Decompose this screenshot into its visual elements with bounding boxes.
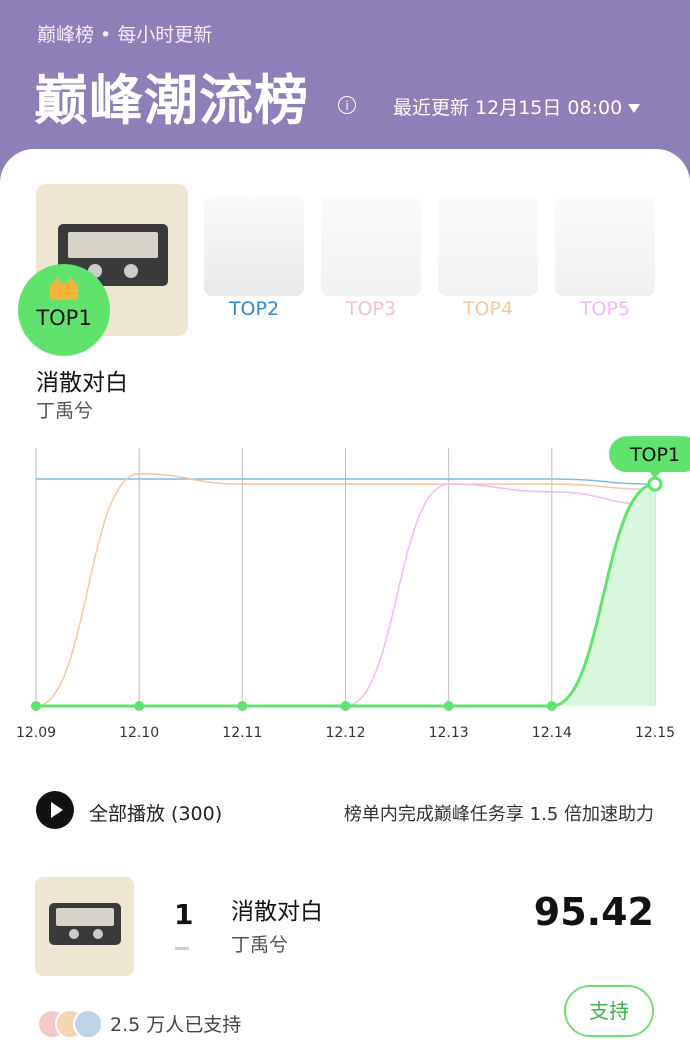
top3-cover[interactable] bbox=[321, 196, 421, 296]
top4-label[interactable]: TOP4 bbox=[438, 298, 538, 320]
cassette-reel bbox=[93, 929, 103, 939]
top1-badge: TOP1 bbox=[18, 264, 110, 356]
info-icon[interactable]: i bbox=[338, 96, 356, 114]
list-item-rank: 1 bbox=[174, 898, 194, 931]
x-tick-label: 12.15 bbox=[635, 725, 675, 741]
cassette-reel bbox=[69, 929, 79, 939]
update-time-text: 最近更新 12月15日 08:00 bbox=[393, 97, 623, 119]
list-item-artist[interactable]: 丁禹兮 bbox=[231, 930, 288, 957]
top3-label[interactable]: TOP3 bbox=[321, 298, 421, 320]
top1-badge-label: TOP1 bbox=[36, 306, 92, 330]
update-time-dropdown[interactable]: 最近更新 12月15日 08:00 bbox=[393, 93, 641, 120]
cassette-label bbox=[68, 232, 158, 258]
x-tick-label: 12.09 bbox=[16, 725, 56, 741]
top1-song-title: 消散对白 bbox=[36, 370, 128, 396]
crown-icon bbox=[50, 277, 78, 300]
cassette-reel bbox=[124, 264, 138, 278]
cassette-label bbox=[56, 908, 114, 926]
play-all-button[interactable] bbox=[36, 791, 74, 829]
supporter-avatars bbox=[37, 1009, 103, 1039]
data-point-current bbox=[647, 476, 663, 492]
rank-trend-svg: 12.09 12.10 12.11 12.12 12.13 12.14 12.15 TOP1 bbox=[16, 436, 690, 741]
x-tick-label: 12.14 bbox=[532, 725, 572, 741]
data-point bbox=[237, 701, 248, 711]
chart-header: 巅峰榜 • 每小时更新 巅峰潮流榜 i 最近更新 12月15日 08:00 bbox=[0, 0, 690, 170]
x-tick-label: 12.13 bbox=[429, 725, 469, 741]
x-tick-label: 12.11 bbox=[222, 725, 262, 741]
subtitle-name: 巅峰榜 bbox=[37, 24, 95, 46]
data-point bbox=[31, 701, 41, 711]
subtitle-separator: • bbox=[100, 24, 112, 46]
chart-subtitle: 巅峰榜 • 每小时更新 bbox=[37, 20, 212, 47]
rank-trend-chart: 12.09 12.10 12.11 12.12 12.13 12.14 12.15 TOP1 bbox=[0, 410, 690, 750]
top5-label[interactable]: TOP5 bbox=[555, 298, 655, 320]
avatar bbox=[73, 1009, 103, 1039]
page-title: 巅峰潮流榜 bbox=[34, 69, 309, 132]
list-item-cover[interactable] bbox=[35, 877, 134, 976]
caret-down-icon bbox=[628, 104, 641, 113]
data-point bbox=[340, 701, 351, 711]
list-item-score: 95.42 bbox=[533, 890, 654, 934]
data-point bbox=[134, 701, 145, 711]
top2-cover[interactable] bbox=[204, 196, 304, 296]
support-button[interactable]: 支持 bbox=[564, 985, 654, 1037]
rank-unchanged-icon bbox=[175, 947, 189, 950]
x-tick-label: 12.10 bbox=[119, 725, 159, 741]
x-tick-label: 12.12 bbox=[325, 725, 365, 741]
subtitle-frequency: 每小时更新 bbox=[117, 24, 213, 46]
top4-cover[interactable] bbox=[438, 196, 538, 296]
play-all-label[interactable]: 全部播放 (300) bbox=[89, 799, 222, 826]
supporter-count: 2.5 万人已支持 bbox=[110, 1014, 242, 1036]
data-point bbox=[546, 701, 557, 711]
list-item-title[interactable]: 消散对白 bbox=[231, 892, 323, 926]
annotation-label: TOP1 bbox=[629, 444, 680, 466]
top5-cover[interactable] bbox=[555, 196, 655, 296]
promo-text: 榜单内完成巅峰任务享 1.5 倍加速助力 bbox=[343, 804, 654, 825]
cassette-artwork bbox=[49, 903, 121, 945]
top2-label[interactable]: TOP2 bbox=[204, 298, 304, 320]
data-point bbox=[443, 701, 454, 711]
